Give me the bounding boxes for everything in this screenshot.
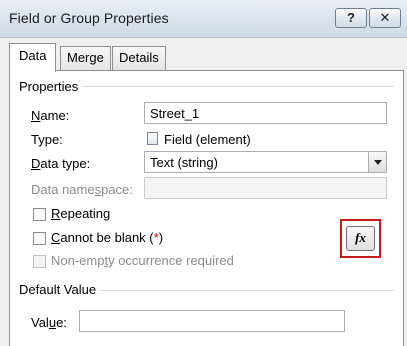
field-element-icon — [147, 132, 158, 145]
data-tab-panel: Properties Name: Street_1 Type: Field (e… — [9, 70, 404, 346]
formula-button[interactable]: fx — [346, 226, 375, 251]
type-value: Field (element) — [164, 132, 251, 147]
dialog-title: Field or Group Properties — [9, 10, 169, 26]
cannot-be-blank-checkbox[interactable] — [33, 232, 46, 245]
field-properties-dialog: Field or Group Properties ? ✕ Data Merge… — [0, 0, 407, 346]
data-type-value: Text (string) — [150, 155, 218, 170]
name-label: Name: — [31, 108, 70, 123]
tab-merge[interactable]: Merge — [60, 46, 111, 70]
close-icon: ✕ — [379, 10, 391, 25]
title-bar: Field or Group Properties ? ✕ — [0, 0, 407, 38]
data-namespace-label: Data namespace: — [31, 182, 133, 197]
fx-icon: fx — [355, 230, 366, 245]
cannot-be-blank-label[interactable]: Cannot be blank (*) — [51, 230, 163, 245]
repeating-label[interactable]: Repeating — [51, 206, 110, 221]
properties-section-title: Properties — [19, 79, 83, 94]
name-field[interactable]: Street_1 — [144, 102, 387, 124]
data-namespace-field — [144, 177, 387, 199]
value-label: Value: — [31, 315, 67, 330]
default-value-field[interactable] — [79, 310, 345, 332]
help-button[interactable]: ? — [335, 8, 367, 28]
repeating-checkbox[interactable] — [33, 208, 46, 221]
tab-details[interactable]: Details — [112, 46, 166, 70]
question-mark-icon: ? — [347, 10, 355, 25]
tab-data[interactable]: Data — [9, 43, 57, 72]
data-type-label: Data type: — [31, 156, 91, 171]
type-label: Type: — [31, 132, 63, 147]
close-button[interactable]: ✕ — [369, 8, 401, 28]
chevron-down-icon[interactable] — [368, 152, 386, 172]
non-empty-occurrence-label: Non-empty occurrence required — [51, 253, 234, 268]
data-type-select[interactable]: Text (string) — [144, 151, 387, 173]
non-empty-occurrence-checkbox — [33, 255, 46, 268]
default-value-section-title: Default Value — [19, 282, 101, 297]
